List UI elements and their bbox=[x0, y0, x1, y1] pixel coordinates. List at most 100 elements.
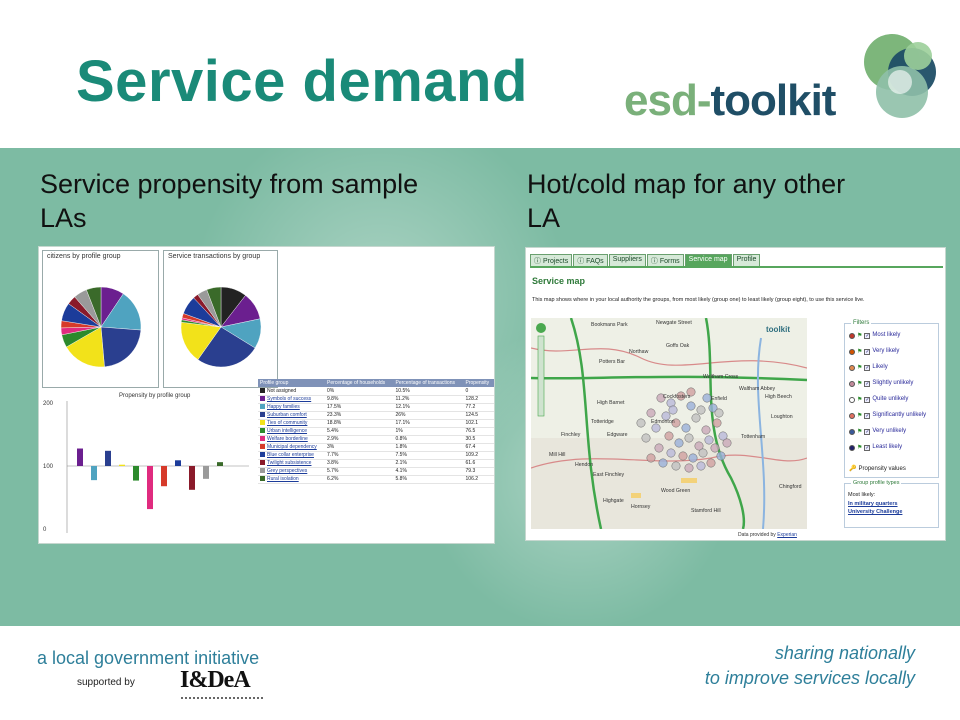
filter-checkbox: ✓ bbox=[864, 364, 871, 371]
layer-icon: ⚑ bbox=[857, 429, 863, 435]
map-marker[interactable] bbox=[696, 461, 706, 471]
propensity-bar bbox=[77, 448, 83, 466]
map-place-label: Hornsey bbox=[631, 504, 651, 510]
map-marker[interactable] bbox=[651, 423, 661, 433]
map-marker[interactable] bbox=[691, 413, 701, 423]
footer-supported-by: supported by bbox=[77, 677, 135, 688]
map-place-label: Waltham Abbey bbox=[739, 386, 776, 392]
map-marker[interactable] bbox=[668, 405, 678, 415]
layer-icon: ⚑ bbox=[857, 413, 863, 419]
propensity-bar bbox=[147, 466, 153, 510]
propensity-bar-chart: 200 100 0 bbox=[43, 401, 249, 533]
map-marker[interactable] bbox=[684, 433, 694, 443]
table-row: Blue collar enterprise 7.7% 7.5% 109.2 bbox=[258, 451, 494, 460]
table-header: Profile group bbox=[258, 379, 326, 387]
tab-forms[interactable]: ⓘ Forms bbox=[646, 254, 684, 266]
map-place-label: Northaw bbox=[629, 349, 649, 355]
map-marker[interactable] bbox=[706, 458, 716, 468]
table-row: Welfare borderline 2.9% 0.8% 30.5 bbox=[258, 435, 494, 444]
gpt-link-university[interactable]: University Challenge bbox=[848, 509, 902, 515]
map-marker[interactable] bbox=[722, 438, 732, 448]
gpt-link-military[interactable]: In military quarters bbox=[848, 501, 898, 507]
map-place-label: Wood Green bbox=[661, 488, 690, 494]
map-marker[interactable] bbox=[636, 418, 646, 428]
filter-slightly-unlikely[interactable]: ⚑ ✓ Slightly unlikely bbox=[849, 380, 930, 387]
map-marker[interactable] bbox=[681, 423, 691, 433]
map-marker[interactable] bbox=[712, 418, 722, 428]
map-marker[interactable] bbox=[664, 431, 674, 441]
hot-cold-map[interactable]: Bookmans Park Newgate Street Goffs Oak Nort… bbox=[531, 318, 807, 529]
filter-very-likely[interactable]: ⚑ ✓ Very likely bbox=[849, 348, 930, 355]
filter-very-unlikely[interactable]: ⚑ ✓ Very unlikely bbox=[849, 428, 930, 435]
filter-color-icon bbox=[849, 412, 855, 419]
tab-service-map[interactable]: Service map bbox=[684, 254, 732, 266]
map-place-label: Loughton bbox=[771, 414, 793, 420]
service-map-screenshot: ⓘ Projects ⓘ FAQs Suppliers ⓘ Forms Service … bbox=[525, 247, 946, 541]
map-place-label: Finchley bbox=[561, 432, 581, 438]
filter-quite-unlikely[interactable]: ⚑ ✓ Quite unlikely bbox=[849, 396, 930, 403]
map-marker[interactable] bbox=[678, 451, 688, 461]
experian-link[interactable]: Experian bbox=[777, 532, 797, 538]
map-marker[interactable] bbox=[641, 433, 651, 443]
tab-projects[interactable]: ⓘ Projects bbox=[530, 254, 573, 266]
map-place-label: Potters Bar bbox=[599, 359, 625, 365]
map-marker[interactable] bbox=[666, 448, 676, 458]
filter-checkbox: ✓ bbox=[864, 444, 871, 451]
filter-significantly-unlikely[interactable]: ⚑ ✓ Significantly unlikely bbox=[849, 412, 930, 419]
map-marker[interactable] bbox=[698, 448, 708, 458]
table-row: Grey perspectives 5.7% 4.1% 79.3 bbox=[258, 467, 494, 476]
bar-axis-tick: 0 bbox=[43, 527, 47, 533]
map-marker[interactable] bbox=[684, 463, 694, 473]
idea-logo: I&DeA bbox=[180, 667, 251, 693]
map-marker[interactable] bbox=[696, 405, 706, 415]
map-marker[interactable] bbox=[710, 443, 720, 453]
filter-color-icon bbox=[849, 396, 855, 403]
map-marker[interactable] bbox=[702, 393, 712, 403]
footer-tagline-1: sharing nationally bbox=[774, 643, 915, 663]
right-heading: Hot/cold map for any other LA bbox=[527, 169, 846, 233]
table-row: Municipal dependency 3% 1.8% 67.4 bbox=[258, 443, 494, 452]
map-marker[interactable] bbox=[714, 408, 724, 418]
filter-checkbox: ✓ bbox=[864, 332, 871, 339]
map-place-label: Edgware bbox=[607, 432, 628, 438]
map-place-label: Waltham Cross bbox=[703, 374, 739, 380]
table-header: Percentage of households bbox=[325, 379, 394, 387]
table-row: Suburban comfort 23.3% 26% 124.5 bbox=[258, 411, 494, 420]
data-credit: Data provided by Experian bbox=[738, 532, 797, 538]
map-place-label: Newgate Street bbox=[656, 320, 692, 326]
filter-most-likely[interactable]: ⚑ ✓ Most likely bbox=[849, 332, 930, 339]
map-marker[interactable] bbox=[701, 425, 711, 435]
filter-color-icon bbox=[849, 444, 855, 451]
map-marker[interactable] bbox=[658, 458, 668, 468]
map-marker[interactable] bbox=[686, 401, 696, 411]
table-row: Symbols of success 9.8% 11.2% 128.2 bbox=[258, 395, 494, 404]
map-pan-icon[interactable] bbox=[536, 323, 546, 333]
map-marker[interactable] bbox=[716, 451, 726, 461]
filter-checkbox: ✓ bbox=[864, 428, 871, 435]
footer-tagline-2: to improve services locally bbox=[704, 668, 915, 688]
map-marker[interactable] bbox=[646, 453, 656, 463]
map-watermark: toolkit bbox=[766, 325, 790, 334]
tab-faqs[interactable]: ⓘ FAQs bbox=[573, 254, 608, 266]
map-marker[interactable] bbox=[674, 438, 684, 448]
map-marker[interactable] bbox=[671, 461, 681, 471]
map-zoom-slider[interactable] bbox=[537, 335, 545, 417]
map-marker[interactable] bbox=[654, 443, 664, 453]
map-place-label: Edmonton bbox=[651, 419, 675, 425]
propensity-bar bbox=[161, 466, 167, 487]
propensity-values-link[interactable]: 🔑 Propensity values bbox=[849, 465, 906, 473]
layer-icon: ⚑ bbox=[857, 397, 863, 403]
map-marker[interactable] bbox=[704, 435, 714, 445]
filter-likely[interactable]: ⚑ ✓ Likely bbox=[849, 364, 930, 371]
pie-charts bbox=[60, 286, 262, 368]
map-marker[interactable] bbox=[688, 453, 698, 463]
filter-least-likely[interactable]: ⚑ ✓ Least likely bbox=[849, 444, 930, 451]
footer-initiative: a local government initiative bbox=[37, 648, 260, 668]
map-marker[interactable] bbox=[646, 408, 656, 418]
map-place-label: Goffs Oak bbox=[666, 343, 690, 349]
tab-profile[interactable]: Profile bbox=[732, 254, 761, 266]
tab-suppliers[interactable]: Suppliers bbox=[608, 254, 646, 266]
filter-color-icon bbox=[849, 348, 855, 355]
table-row: Twilight subsistence 3.8% 2.1% 61.6 bbox=[258, 459, 494, 468]
table-row: Rural isolation 6.2% 5.8% 106.2 bbox=[258, 475, 494, 484]
